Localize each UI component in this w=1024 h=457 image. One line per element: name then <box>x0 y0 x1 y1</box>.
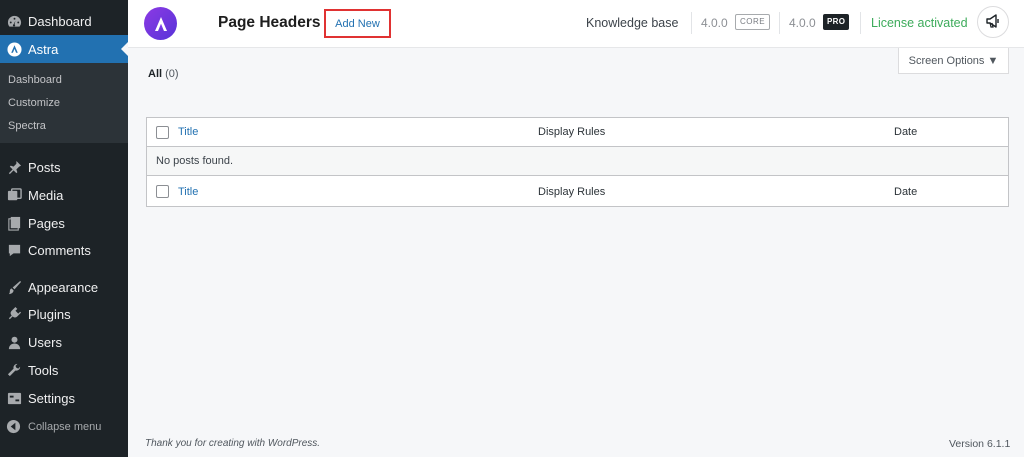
core-badge: CORE <box>735 14 771 30</box>
select-all-checkbox-footer[interactable] <box>156 185 169 198</box>
sidebar-item-label: Posts <box>28 159 61 175</box>
knowledge-base-link[interactable]: Knowledge base <box>586 16 678 30</box>
column-display-rules-footer: Display Rules <box>538 185 606 198</box>
astra-icon <box>6 41 22 57</box>
settings-icon <box>6 390 22 406</box>
sidebar-item-label: Astra <box>28 41 59 57</box>
sidebar-item-pages[interactable]: Pages <box>0 209 128 237</box>
table-footer-row: Title Display Rules Date <box>147 177 1008 206</box>
user-icon <box>6 334 22 350</box>
admin-sidebar: Dashboard Astra Dashboard Customize Spec… <box>0 0 128 457</box>
footer-version: Version 6.1.1 <box>949 438 1011 450</box>
sidebar-item-comments[interactable]: Comments <box>0 236 128 264</box>
astra-header-bar: Page Headers Add New Knowledge base 4.0.… <box>128 0 1024 48</box>
column-date-header: Date <box>894 126 918 138</box>
astra-submenu: Dashboard Customize Spectra <box>0 63 128 143</box>
column-display-rules-header: Display Rules <box>538 126 606 138</box>
add-new-button[interactable]: Add New <box>324 9 391 38</box>
filter-all-count: (0) <box>165 68 179 80</box>
sidebar-item-astra[interactable]: Astra <box>0 35 128 63</box>
media-icon <box>6 187 22 203</box>
table-header-row: Title Display Rules Date <box>147 118 1008 147</box>
empty-row: No posts found. <box>147 147 1008 176</box>
sidebar-item-settings[interactable]: Settings <box>0 384 128 412</box>
sidebar-item-label: Settings <box>28 390 75 406</box>
pro-version: 4.0.0 <box>789 16 816 30</box>
sidebar-item-label: Pages <box>28 215 65 231</box>
sidebar-item-plugins[interactable]: Plugins <box>0 300 128 328</box>
collapse-icon <box>6 419 22 435</box>
dashboard-icon <box>6 13 22 29</box>
column-date-footer: Date <box>894 185 918 198</box>
divider <box>860 12 861 34</box>
megaphone-icon <box>985 13 1001 32</box>
collapse-menu-button[interactable]: Collapse menu <box>6 419 101 435</box>
pro-badge: PRO <box>823 14 850 30</box>
pages-icon <box>6 215 22 231</box>
posts-table: Title Display Rules Date No posts found.… <box>146 117 1009 207</box>
sidebar-item-label: Comments <box>28 242 91 258</box>
screen-options-button[interactable]: Screen Options ▼ <box>898 48 1009 74</box>
pin-icon <box>6 159 22 175</box>
sidebar-item-label: Tools <box>28 362 59 378</box>
sidebar-item-label: Media <box>28 187 64 203</box>
sidebar-item-dashboard[interactable]: Dashboard <box>0 7 128 35</box>
sidebar-item-media[interactable]: Media <box>0 181 128 209</box>
license-status: License activated <box>871 16 968 30</box>
filter-all-label[interactable]: All <box>148 68 162 80</box>
no-posts-message: No posts found. <box>156 155 234 167</box>
divider <box>691 12 692 34</box>
plugin-icon <box>6 306 22 322</box>
wrench-icon <box>6 362 22 378</box>
select-all-checkbox[interactable] <box>156 126 169 139</box>
sidebar-item-label: Dashboard <box>28 13 92 29</box>
page-title: Page Headers <box>218 14 321 31</box>
submenu-item-dashboard[interactable]: Dashboard <box>8 74 62 86</box>
submenu-item-spectra[interactable]: Spectra <box>8 120 46 132</box>
sidebar-item-label: Appearance <box>28 279 99 295</box>
sidebar-item-label: Users <box>28 334 62 350</box>
comment-icon <box>6 242 22 258</box>
core-version: 4.0.0 <box>701 16 728 30</box>
astra-logo <box>144 7 177 40</box>
brush-icon <box>6 279 22 295</box>
footer-thanks: Thank you for creating with WordPress. <box>145 438 321 449</box>
sidebar-item-tools[interactable]: Tools <box>0 356 128 384</box>
divider <box>779 12 780 34</box>
announcements-button[interactable] <box>977 6 1009 38</box>
collapse-menu-label: Collapse menu <box>28 421 102 433</box>
active-menu-arrow <box>121 42 128 56</box>
sidebar-item-label: Plugins <box>28 306 71 322</box>
column-title-footer[interactable]: Title <box>178 186 198 198</box>
status-filter[interactable]: All (0) <box>148 68 179 80</box>
sidebar-item-appearance[interactable]: Appearance <box>0 273 128 301</box>
column-title-header[interactable]: Title <box>178 126 198 138</box>
submenu-item-customize[interactable]: Customize <box>8 97 60 109</box>
sidebar-item-posts[interactable]: Posts <box>0 153 128 181</box>
sidebar-item-users[interactable]: Users <box>0 328 128 356</box>
